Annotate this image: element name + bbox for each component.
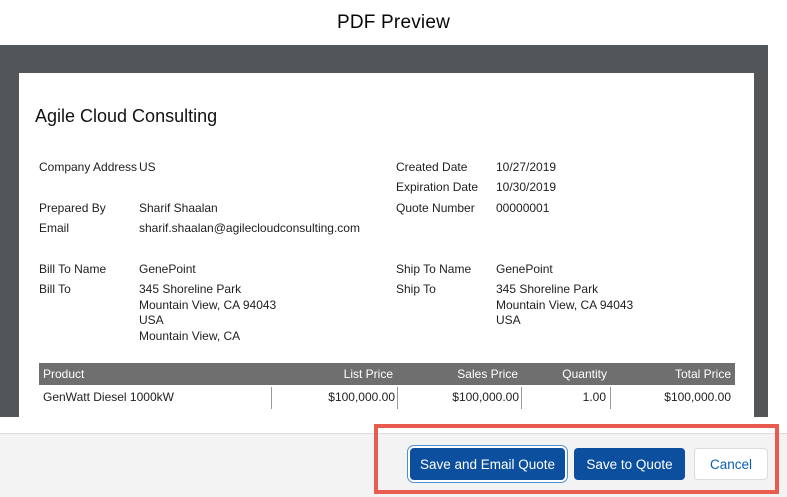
column-header-total-price: Total Price (674, 367, 731, 381)
cell-sales-price: $100,000.00 (452, 390, 519, 404)
column-divider (610, 387, 611, 409)
label-email: Email (39, 221, 70, 235)
column-header-quantity: Quantity (562, 367, 607, 381)
value-email: sharif.shaalan@agilecloudconsulting.com (139, 221, 360, 235)
label-bill-to: Bill To (39, 282, 71, 296)
value-expiration-date: 10/30/2019 (496, 180, 557, 194)
table-row: GenWatt Diesel 1000kW $100,000.00 $100,0… (39, 385, 735, 409)
column-divider (271, 387, 272, 409)
label-quote-number: Quote Number (396, 201, 475, 215)
bill-to-line: Mountain View, CA 94043 (139, 297, 277, 312)
line-items-header: Product List Price Sales Price Quantity … (39, 363, 735, 385)
label-prepared-by: Prepared By (39, 201, 106, 215)
label-created-date: Created Date (396, 160, 468, 174)
bill-to-line: Mountain View, CA (139, 328, 241, 343)
cell-list-price: $100,000.00 (328, 390, 395, 404)
label-bill-to-name: Bill To Name (39, 262, 107, 276)
value-bill-to-name: GenePoint (139, 262, 196, 276)
label-expiration-date: Expiration Date (396, 180, 479, 194)
bill-to-line: USA (139, 313, 164, 327)
save-and-email-quote-button[interactable]: Save and Email Quote (410, 448, 565, 480)
value-quote-number: 00000001 (496, 201, 550, 215)
bill-to-line: 345 Shoreline Park (139, 282, 242, 296)
pdf-viewer[interactable]: Agile Cloud Consulting Company Address U… (0, 45, 768, 417)
ship-to-line: Mountain View, CA 94043 (496, 297, 634, 312)
label-company-address: Company Address (39, 160, 138, 174)
value-bill-to: 345 Shoreline Park Mountain View, CA 940… (139, 282, 276, 344)
label-ship-to-name: Ship To Name (396, 262, 472, 276)
label-ship-to: Ship To (396, 282, 436, 296)
column-header-product: Product (43, 367, 85, 381)
cell-product: GenWatt Diesel 1000kW (43, 390, 174, 404)
cell-total-price: $100,000.00 (664, 390, 731, 404)
value-ship-to-name: GenePoint (496, 262, 553, 276)
column-divider (397, 387, 398, 409)
pdf-page: Agile Cloud Consulting Company Address U… (19, 73, 754, 417)
company-name: Agile Cloud Consulting (35, 106, 218, 126)
value-created-date: 10/27/2019 (496, 160, 557, 174)
cancel-button[interactable]: Cancel (694, 448, 768, 480)
ship-to-line: USA (496, 313, 521, 327)
viewer-edge (768, 45, 787, 417)
cell-quantity: 1.00 (582, 390, 606, 404)
column-header-list-price: List Price (343, 367, 393, 381)
column-header-sales-price: Sales Price (457, 367, 518, 381)
value-ship-to: 345 Shoreline Park Mountain View, CA 940… (496, 282, 633, 329)
save-to-quote-button[interactable]: Save to Quote (574, 448, 685, 480)
value-prepared-by: Sharif Shaalan (139, 201, 218, 215)
modal-title: PDF Preview (336, 11, 451, 33)
column-divider (521, 387, 522, 409)
ship-to-line: 345 Shoreline Park (496, 282, 599, 296)
value-company-address: US (139, 160, 156, 174)
